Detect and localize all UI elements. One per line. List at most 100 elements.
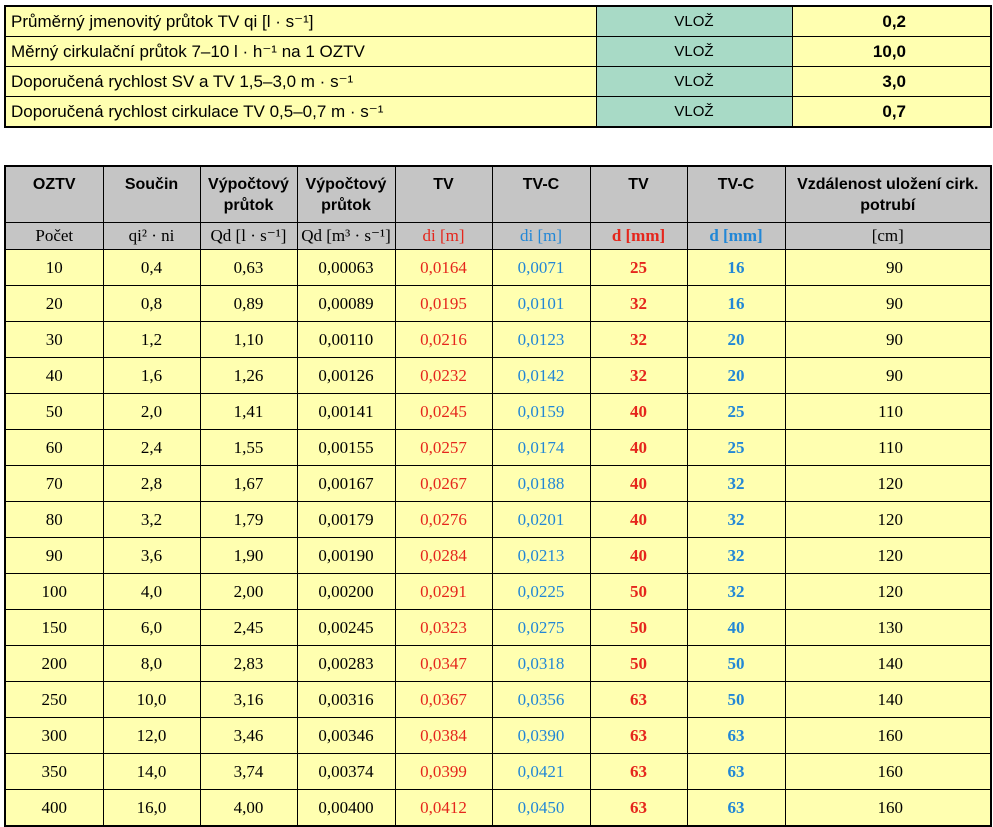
cell-tv-di: 0,0291: [394, 573, 493, 610]
table-row: 10 0,4 0,63 0,00063 0,0164 0,0071 25 16 90: [4, 249, 992, 286]
cell-soucin: 3,2: [102, 501, 201, 538]
cell-tv-d: 50: [589, 609, 688, 646]
cell-tvc-di: 0,0101: [491, 285, 591, 322]
insert-button[interactable]: VLOŽ: [595, 5, 793, 37]
cell-soucin: 2,4: [102, 429, 201, 466]
param-label: Doporučená rychlost cirkulace TV 0,5–0,7…: [4, 96, 597, 128]
cell-tvc-d: 16: [686, 285, 786, 322]
cell-tv-di: 0,0284: [394, 537, 493, 574]
header-vypoctovy-prutok-m3s: Výpočtový průtok: [296, 165, 396, 223]
cell-vypoctovy-prutok-ls: 1,55: [199, 429, 298, 466]
cell-soucin: 10,0: [102, 681, 201, 718]
cell-tv-di: 0,0323: [394, 609, 493, 646]
cell-vypoctovy-prutok-ls: 1,90: [199, 537, 298, 574]
cell-soucin: 2,0: [102, 393, 201, 430]
cell-vypoctovy-prutok-m3s: 0,00167: [296, 465, 396, 502]
unit-vypoctovy-prutok-ls: Qd [l · s⁻¹]: [199, 222, 298, 250]
cell-tv-d: 40: [589, 501, 688, 538]
cell-vypoctovy-prutok-m3s: 0,00245: [296, 609, 396, 646]
param-value-input[interactable]: 0,2: [791, 5, 992, 37]
cell-tvc-di: 0,0450: [491, 789, 591, 827]
cell-tv-di: 0,0195: [394, 285, 493, 322]
cell-vypoctovy-prutok-m3s: 0,00126: [296, 357, 396, 394]
cell-tv-d: 25: [589, 249, 688, 286]
cell-vzdalenost: 110: [784, 393, 992, 430]
cell-vzdalenost: 90: [784, 357, 992, 394]
header-vzdalenost: Vzdálenost uložení cirk. potrubí: [784, 165, 992, 223]
cell-vypoctovy-prutok-m3s: 0,00346: [296, 717, 396, 754]
unit-vypoctovy-prutok-m3s: Qd [m³ · s⁻¹]: [296, 222, 396, 250]
cell-tvc-di: 0,0174: [491, 429, 591, 466]
cell-tv-d: 40: [589, 393, 688, 430]
header-vypoctovy-prutok-ls: Výpočtový průtok: [199, 165, 298, 223]
cell-vypoctovy-prutok-m3s: 0,00141: [296, 393, 396, 430]
insert-button[interactable]: VLOŽ: [595, 66, 793, 97]
table-row: 40 1,6 1,26 0,00126 0,0232 0,0142 32 20 90: [4, 357, 992, 394]
cell-tvc-di: 0,0390: [491, 717, 591, 754]
table-row: 400 16,0 4,00 0,00400 0,0412 0,0450 63 63 160: [4, 789, 992, 827]
cell-tv-d: 50: [589, 573, 688, 610]
header-tv-d: TV: [589, 165, 688, 223]
table-row: 300 12,0 3,46 0,00346 0,0384 0,0390 63 63 160: [4, 717, 992, 754]
cell-oztv: 30: [4, 321, 104, 358]
cell-oztv: 70: [4, 465, 104, 502]
param-value-input[interactable]: 0,7: [791, 96, 992, 128]
table-row: 100 4,0 2,00 0,00200 0,0291 0,0225 50 32 120: [4, 573, 992, 610]
cell-vypoctovy-prutok-ls: 1,10: [199, 321, 298, 358]
cell-vypoctovy-prutok-m3s: 0,00400: [296, 789, 396, 827]
cell-tv-di: 0,0347: [394, 645, 493, 682]
cell-soucin: 2,8: [102, 465, 201, 502]
cell-oztv: 80: [4, 501, 104, 538]
header-oztv: OZTV: [4, 165, 104, 223]
cell-tv-di: 0,0257: [394, 429, 493, 466]
table-row: 200 8,0 2,83 0,00283 0,0347 0,0318 50 50 140: [4, 645, 992, 682]
param-value-input[interactable]: 3,0: [791, 66, 992, 97]
cell-soucin: 1,6: [102, 357, 201, 394]
cell-vypoctovy-prutok-m3s: 0,00089: [296, 285, 396, 322]
cell-tv-d: 40: [589, 429, 688, 466]
cell-tvc-di: 0,0421: [491, 753, 591, 790]
cell-vypoctovy-prutok-ls: 3,16: [199, 681, 298, 718]
cell-tv-d: 32: [589, 285, 688, 322]
cell-vypoctovy-prutok-m3s: 0,00155: [296, 429, 396, 466]
cell-vypoctovy-prutok-ls: 2,83: [199, 645, 298, 682]
cell-vzdalenost: 120: [784, 573, 992, 610]
cell-vzdalenost: 90: [784, 321, 992, 358]
cell-tvc-d: 25: [686, 429, 786, 466]
cell-tvc-d: 32: [686, 501, 786, 538]
insert-button[interactable]: VLOŽ: [595, 96, 793, 128]
cell-oztv: 40: [4, 357, 104, 394]
param-label: Měrný cirkulační průtok 7–10 l · h⁻¹ na …: [4, 36, 597, 67]
cell-oztv: 300: [4, 717, 104, 754]
cell-tvc-di: 0,0356: [491, 681, 591, 718]
cell-tv-d: 63: [589, 753, 688, 790]
cell-tvc-d: 32: [686, 537, 786, 574]
header-tv-di: TV: [394, 165, 493, 223]
cell-tvc-di: 0,0201: [491, 501, 591, 538]
cell-tvc-di: 0,0159: [491, 393, 591, 430]
cell-vypoctovy-prutok-ls: 1,79: [199, 501, 298, 538]
param-row: Měrný cirkulační průtok 7–10 l · h⁻¹ na …: [4, 36, 992, 67]
cell-vzdalenost: 140: [784, 681, 992, 718]
table-row: 350 14,0 3,74 0,00374 0,0399 0,0421 63 63 160: [4, 753, 992, 790]
cell-vypoctovy-prutok-ls: 2,00: [199, 573, 298, 610]
cell-vzdalenost: 160: [784, 717, 992, 754]
table-row: 60 2,4 1,55 0,00155 0,0257 0,0174 40 25 110: [4, 429, 992, 466]
cell-tv-d: 40: [589, 465, 688, 502]
cell-tvc-di: 0,0188: [491, 465, 591, 502]
cell-tv-di: 0,0267: [394, 465, 493, 502]
cell-tv-di: 0,0384: [394, 717, 493, 754]
cell-soucin: 14,0: [102, 753, 201, 790]
param-value-input[interactable]: 10,0: [791, 36, 992, 67]
cell-tvc-d: 20: [686, 357, 786, 394]
cell-tvc-di: 0,0123: [491, 321, 591, 358]
cell-vzdalenost: 120: [784, 501, 992, 538]
unit-soucin: qi² · ni: [102, 222, 201, 250]
insert-button[interactable]: VLOŽ: [595, 36, 793, 67]
cell-tv-di: 0,0399: [394, 753, 493, 790]
cell-vypoctovy-prutok-ls: 1,41: [199, 393, 298, 430]
cell-soucin: 4,0: [102, 573, 201, 610]
cell-vypoctovy-prutok-ls: 4,00: [199, 789, 298, 827]
cell-vypoctovy-prutok-ls: 1,67: [199, 465, 298, 502]
cell-tvc-di: 0,0225: [491, 573, 591, 610]
